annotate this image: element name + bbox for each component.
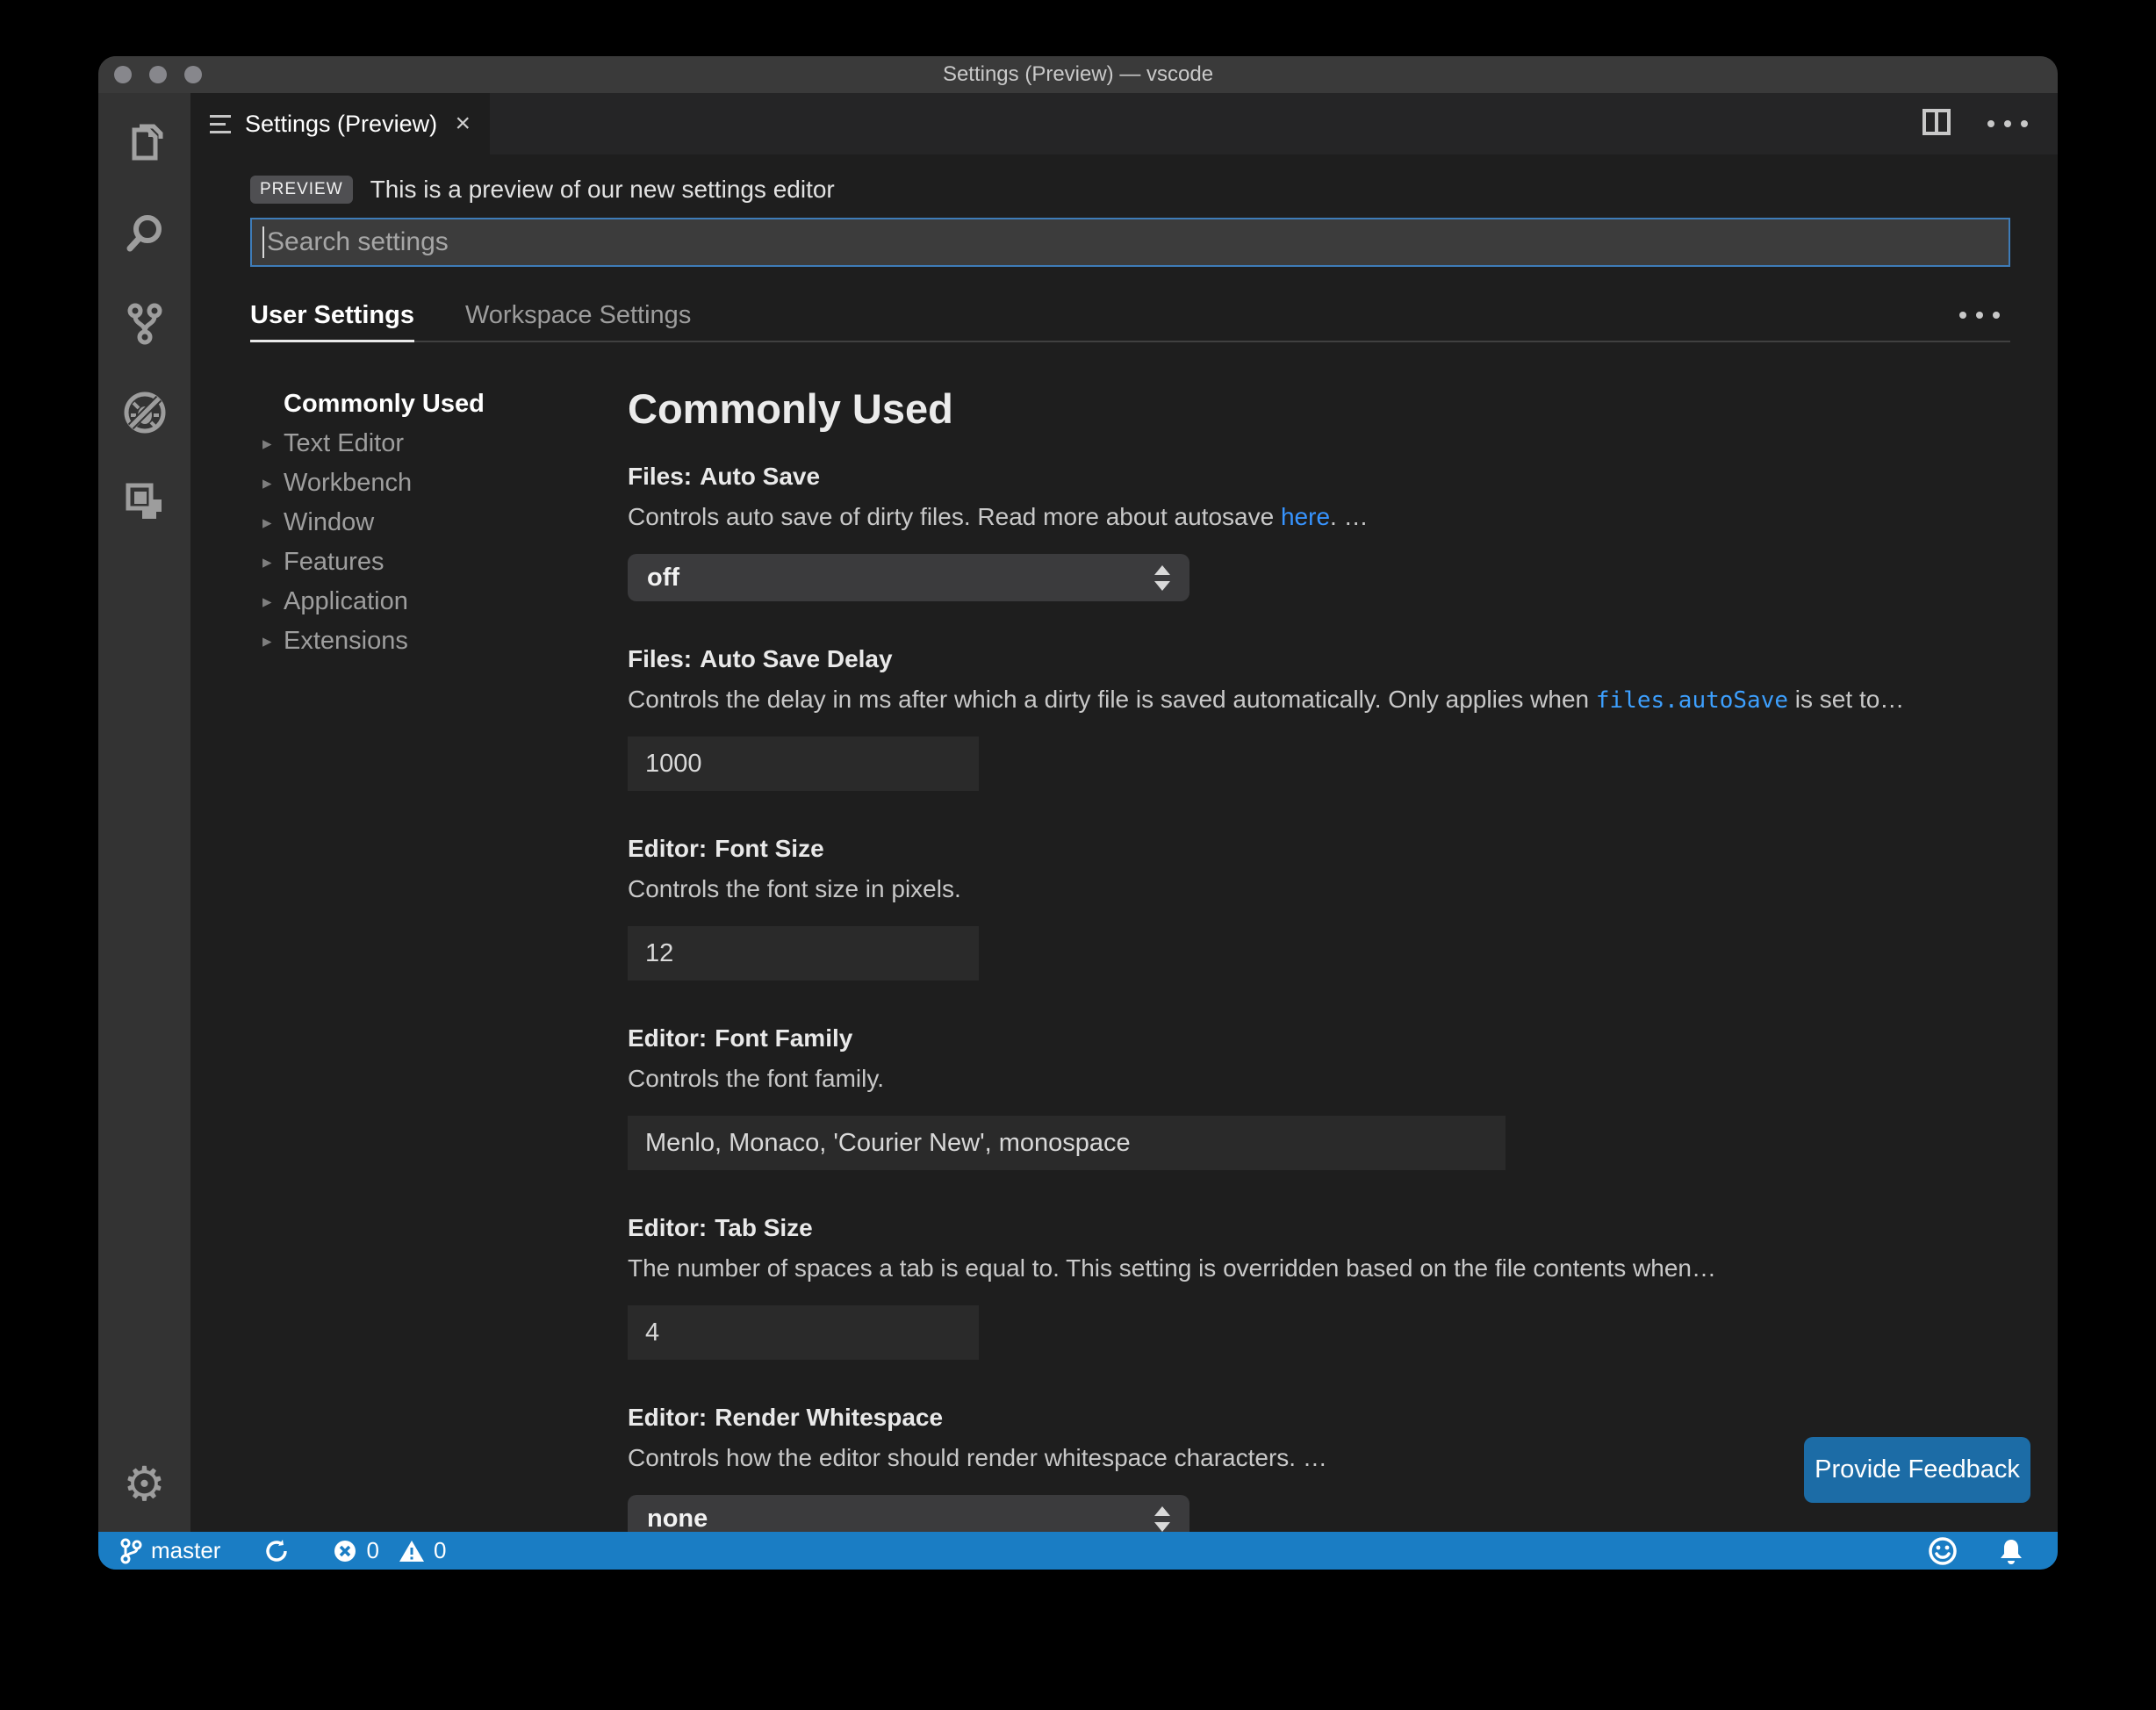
auto-save-delay-input[interactable]: 1000 — [628, 736, 979, 791]
settings-editor: PREVIEW This is a preview of our new set… — [190, 154, 2058, 1532]
toc-item-features[interactable]: ▸ Features — [262, 542, 628, 582]
search-placeholder: Search settings — [267, 227, 449, 256]
setting-description: The number of spaces a tab is equal to. … — [628, 1254, 1716, 1282]
setting-font-family: Editor: Font Family Controls the font fam… — [628, 1024, 2010, 1170]
preview-badge: PREVIEW — [250, 176, 353, 204]
setting-description: Controls how the editor should render wh… — [628, 1444, 1327, 1471]
editor-tab-bar: Settings (Preview) × — [190, 93, 2058, 154]
more-actions-icon[interactable] — [1987, 120, 2028, 127]
chevron-right-icon: ▸ — [262, 552, 272, 572]
settings-gear-icon[interactable]: ⚙ — [120, 1460, 169, 1509]
errors-icon — [333, 1539, 357, 1563]
branch-indicator[interactable]: master — [119, 1537, 220, 1564]
warnings-icon — [399, 1539, 425, 1563]
explorer-icon[interactable] — [120, 119, 169, 169]
setting-font-size: Editor: Font Size Controls the font size … — [628, 835, 2010, 981]
warnings-count: 0 — [433, 1537, 447, 1563]
setting-files-auto-save: Files: Auto Save Controls auto save of di… — [628, 463, 2010, 601]
status-bar: master 0 0 — [98, 1532, 2058, 1570]
title-bar: Settings (Preview) — vscode — [98, 56, 2058, 93]
debug-disabled-icon[interactable] — [120, 388, 169, 437]
setting-render-whitespace: Editor: Render Whitespace Controls how th… — [628, 1404, 2010, 1532]
window-title: Settings (Preview) — vscode — [942, 62, 1214, 86]
section-heading: Commonly Used — [628, 385, 953, 432]
setting-label: Editor: Render Whitespace — [628, 1404, 944, 1431]
git-branch-icon — [119, 1538, 142, 1564]
setting-description: Controls the font family. — [628, 1065, 885, 1092]
setting-auto-save-delay: Files: Auto Save Delay Controls the delay… — [628, 645, 2010, 791]
toc-item-text-editor[interactable]: ▸ Text Editor — [262, 424, 628, 463]
notifications-bell-icon[interactable] — [1998, 1537, 2024, 1565]
here-link[interactable]: here — [1281, 503, 1330, 530]
tab-size-input[interactable]: 4 — [628, 1305, 979, 1360]
desktop-backdrop: Settings (Preview) — vscode ⚙ Settings (… — [0, 0, 2156, 1710]
tab-label: Settings (Preview) — [245, 110, 438, 137]
activity-bar: ⚙ — [98, 93, 190, 1532]
sync-button[interactable] — [264, 1539, 289, 1563]
setting-label: Files: Auto Save Delay — [628, 645, 893, 672]
toc-item-commonly-used[interactable]: Commonly Used — [262, 384, 628, 424]
tab-workspace-settings[interactable]: Workspace Settings — [465, 290, 691, 341]
chevron-right-icon: ▸ — [262, 473, 272, 493]
toc-item-window[interactable]: ▸ Window — [262, 503, 628, 542]
search-input[interactable]: Search settings — [250, 218, 2010, 267]
auto-save-select[interactable]: off — [628, 554, 1189, 601]
chevron-right-icon: ▸ — [262, 434, 272, 454]
text-caret — [262, 226, 264, 258]
extensions-icon[interactable] — [120, 478, 169, 527]
setting-label: Editor: Tab Size — [628, 1214, 813, 1241]
setting-label: Editor: Font Size — [628, 835, 824, 862]
chevron-right-icon: ▸ — [262, 592, 272, 612]
font-family-input[interactable]: Menlo, Monaco, 'Courier New', monospace — [628, 1116, 1506, 1170]
setting-description: Controls the delay in ms after which a d… — [628, 686, 1905, 714]
select-arrows-icon — [1154, 1505, 1170, 1532]
toc-item-application[interactable]: ▸ Application — [262, 582, 628, 621]
vscode-window: Settings (Preview) — vscode ⚙ Settings (… — [98, 56, 2058, 1570]
render-whitespace-select[interactable]: none — [628, 1495, 1189, 1532]
setting-label: Files: Auto Save — [628, 463, 821, 490]
files-autosave-code-link[interactable]: files.autoSave — [1596, 687, 1788, 714]
sync-icon — [264, 1539, 289, 1563]
errors-count: 0 — [366, 1537, 379, 1563]
feedback-smiley-icon[interactable] — [1928, 1536, 1958, 1566]
tab-settings-preview[interactable]: Settings (Preview) × — [190, 93, 490, 154]
tab-user-settings[interactable]: User Settings — [250, 290, 414, 342]
chevron-right-icon: ▸ — [262, 513, 272, 533]
source-control-icon[interactable] — [120, 298, 169, 348]
search-icon[interactable] — [120, 209, 169, 258]
setting-tab-size: Editor: Tab Size The number of spaces a t… — [628, 1214, 2010, 1360]
chevron-right-icon: ▸ — [262, 631, 272, 651]
settings-editor-icon — [210, 114, 231, 133]
preview-banner-text: This is a preview of our new settings ed… — [370, 176, 835, 203]
split-editor-icon[interactable] — [1922, 108, 1951, 140]
provide-feedback-button[interactable]: Provide Feedback — [1804, 1437, 2030, 1503]
preview-banner: PREVIEW This is a preview of our new set… — [250, 176, 2010, 204]
settings-toc: Commonly Used ▸ Text Editor ▸ Workbench ▸ W… — [250, 384, 628, 1532]
setting-description: Controls the font size in pixels. — [628, 875, 961, 902]
branch-name: master — [151, 1537, 221, 1563]
setting-description: Controls auto save of dirty files. Read … — [628, 503, 1369, 530]
setting-label: Editor: Font Family — [628, 1024, 853, 1052]
select-arrows-icon — [1154, 564, 1170, 591]
settings-more-icon[interactable] — [1959, 312, 2000, 319]
tab-close-icon[interactable]: × — [455, 111, 471, 137]
toc-item-workbench[interactable]: ▸ Workbench — [262, 463, 628, 503]
settings-list: Commonly Used Files: Auto Save Controls a… — [628, 384, 2010, 1532]
font-size-input[interactable]: 12 — [628, 926, 979, 981]
toc-item-extensions[interactable]: ▸ Extensions — [262, 621, 628, 661]
settings-scope-tabs: User Settings Workspace Settings — [250, 290, 2010, 342]
problems-indicator[interactable]: 0 0 — [333, 1537, 446, 1564]
